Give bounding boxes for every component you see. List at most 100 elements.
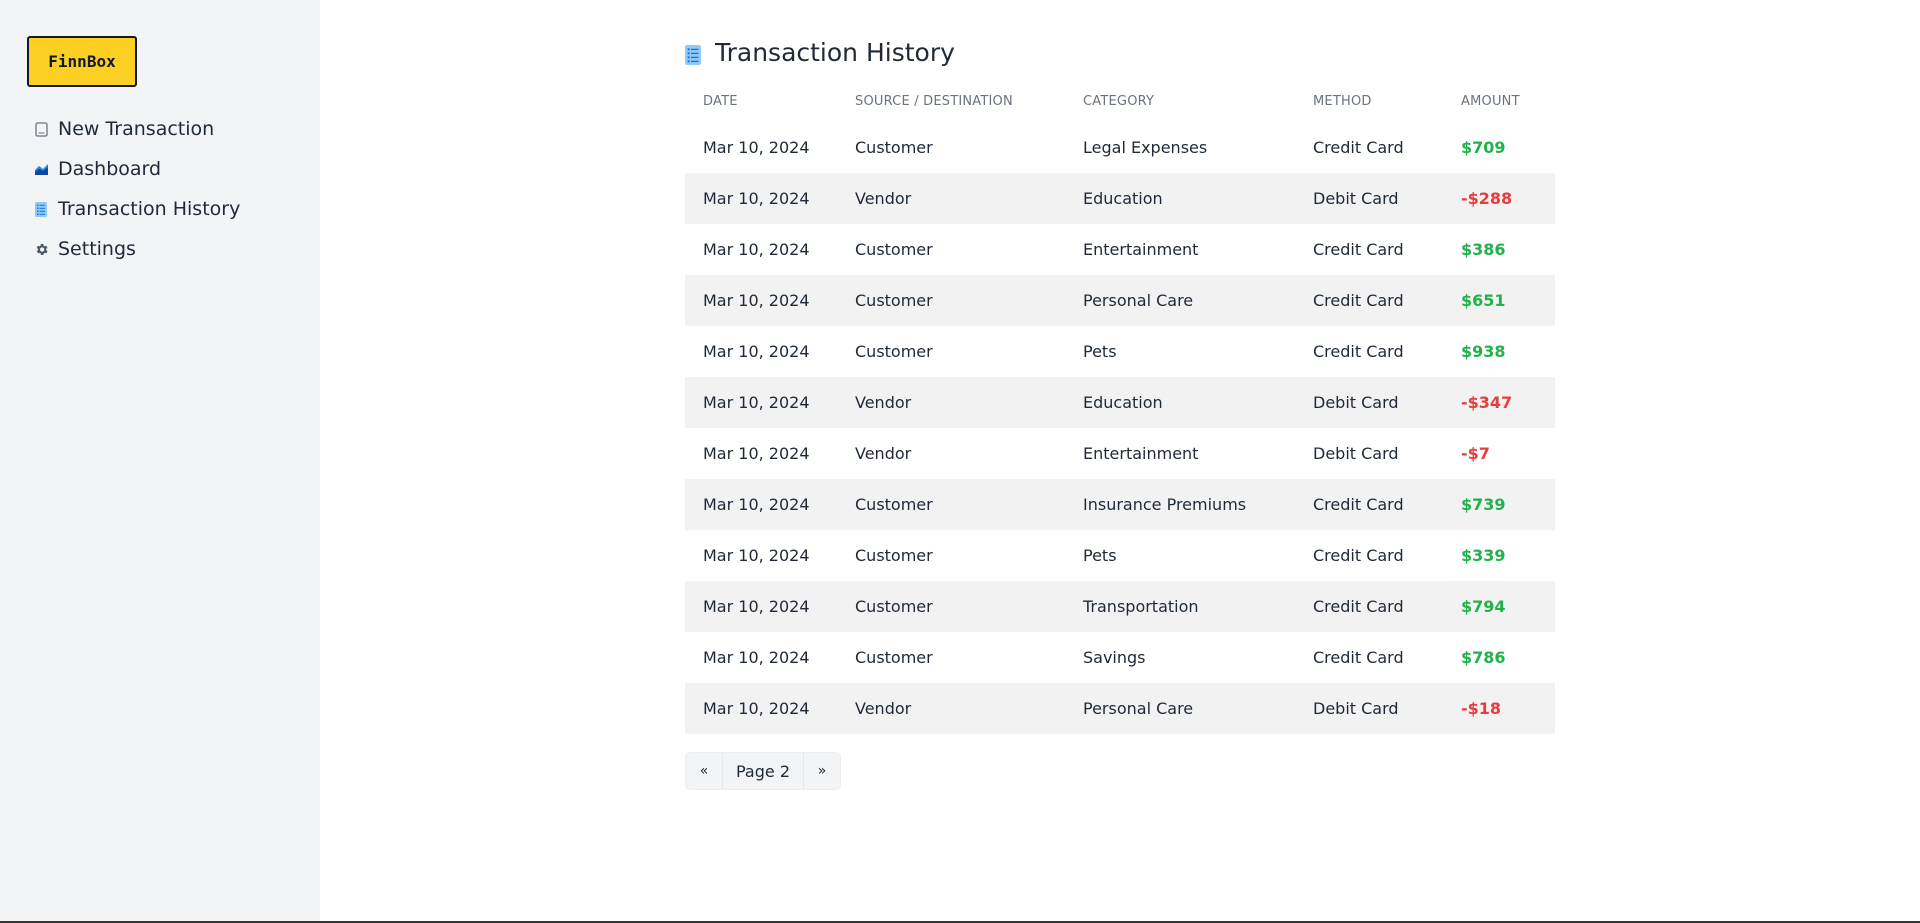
cell-source-destination: Customer xyxy=(855,240,933,259)
cell-category: Entertainment xyxy=(1083,444,1199,463)
cell-amount: $709 xyxy=(1461,138,1506,157)
cell-source-destination: Vendor xyxy=(855,444,912,463)
list-icon xyxy=(685,42,703,65)
cell-date: Mar 10, 2024 xyxy=(703,546,810,565)
brand-logo[interactable]: FinnBox xyxy=(27,36,137,87)
table-body: Mar 10, 2024 Customer Legal Expenses Credit… xyxy=(685,122,1555,734)
cell-source-destination: Vendor xyxy=(855,699,912,718)
cell-method: Credit Card xyxy=(1313,495,1404,514)
cell-method: Credit Card xyxy=(1313,291,1404,310)
receipt-icon xyxy=(33,121,49,137)
page-title: Transaction History xyxy=(685,36,1555,68)
sidebar-item-dashboard[interactable]: Dashboard xyxy=(27,149,320,189)
cell-amount: -$288 xyxy=(1461,189,1513,208)
column-header-date: DATE xyxy=(703,93,738,109)
cell-category: Personal Care xyxy=(1083,699,1194,718)
main-content: Transaction History DATE SOURCE / DESTIN… xyxy=(320,0,1920,923)
column-header-category: CATEGORY xyxy=(1083,93,1155,109)
transactions-table: DATE SOURCE / DESTINATION CATEGORY METHO… xyxy=(685,80,1555,734)
sidebar-item-new-transaction[interactable]: New Transaction xyxy=(27,109,320,149)
cell-method: Debit Card xyxy=(1313,444,1399,463)
cell-category: Insurance Premiums xyxy=(1083,495,1247,514)
cell-amount: $339 xyxy=(1461,546,1506,565)
pagination: « Page 2 » xyxy=(685,752,841,790)
cell-amount: $794 xyxy=(1461,597,1506,616)
sidebar-item-label: Settings xyxy=(58,238,136,260)
table-row[interactable]: Mar 10, 2024 Customer Pets Credit Card $938 xyxy=(685,326,1555,377)
cell-category: Education xyxy=(1083,393,1163,412)
cell-amount: $938 xyxy=(1461,342,1506,361)
table-row[interactable]: Mar 10, 2024 Customer Transportation Credit… xyxy=(685,581,1555,632)
cell-amount: $739 xyxy=(1461,495,1506,514)
column-header-amount: AMOUNT xyxy=(1461,93,1520,109)
cell-category: Savings xyxy=(1083,648,1146,667)
cell-method: Credit Card xyxy=(1313,138,1404,157)
prev-page-button[interactable]: « xyxy=(686,753,722,789)
table-row[interactable]: Mar 10, 2024 Vendor Education Debit Card -$3… xyxy=(685,377,1555,428)
cell-category: Legal Expenses xyxy=(1083,138,1208,157)
cell-category: Education xyxy=(1083,189,1163,208)
table-row[interactable]: Mar 10, 2024 Customer Legal Expenses Credit… xyxy=(685,122,1555,173)
column-header-source-destination: SOURCE / DESTINATION xyxy=(855,93,1013,109)
cell-source-destination: Vendor xyxy=(855,189,912,208)
cell-amount: $651 xyxy=(1461,291,1506,310)
cell-category: Pets xyxy=(1083,546,1117,565)
table-row[interactable]: Mar 10, 2024 Vendor Entertainment Debit Car… xyxy=(685,428,1555,479)
cell-source-destination: Customer xyxy=(855,342,933,361)
cell-amount: -$347 xyxy=(1461,393,1513,412)
gear-icon xyxy=(33,241,49,257)
cell-date: Mar 10, 2024 xyxy=(703,138,810,157)
cell-category: Personal Care xyxy=(1083,291,1194,310)
sidebar-item-label: Transaction History xyxy=(58,198,241,220)
cell-date: Mar 10, 2024 xyxy=(703,342,810,361)
cell-source-destination: Customer xyxy=(855,138,933,157)
list-icon xyxy=(33,201,49,217)
cell-method: Credit Card xyxy=(1313,240,1404,259)
cell-method: Credit Card xyxy=(1313,546,1404,565)
sidebar-nav: New Transaction Dashboard Transaction Hi… xyxy=(27,109,320,269)
cell-date: Mar 10, 2024 xyxy=(703,648,810,667)
table-row[interactable]: Mar 10, 2024 Customer Personal Care Credit … xyxy=(685,275,1555,326)
cell-category: Entertainment xyxy=(1083,240,1199,259)
table-row[interactable]: Mar 10, 2024 Vendor Personal Care Debit Car… xyxy=(685,683,1555,734)
cell-method: Credit Card xyxy=(1313,342,1404,361)
table-header-row: DATE SOURCE / DESTINATION CATEGORY METHO… xyxy=(685,80,1555,122)
cell-date: Mar 10, 2024 xyxy=(703,495,810,514)
page-title-text: Transaction History xyxy=(715,37,955,67)
sidebar-item-transaction-history[interactable]: Transaction History xyxy=(27,189,320,229)
cell-date: Mar 10, 2024 xyxy=(703,597,810,616)
cell-category: Pets xyxy=(1083,342,1117,361)
table-row[interactable]: Mar 10, 2024 Customer Pets Credit Card $339 xyxy=(685,530,1555,581)
cell-amount: $386 xyxy=(1461,240,1506,259)
cell-source-destination: Customer xyxy=(855,648,933,667)
sidebar: FinnBox New Transaction Dashboard Transa… xyxy=(0,0,320,923)
app-root: FinnBox New Transaction Dashboard Transa… xyxy=(0,0,1920,923)
column-header-method: METHOD xyxy=(1313,93,1372,109)
cell-source-destination: Customer xyxy=(855,597,933,616)
sidebar-item-settings[interactable]: Settings xyxy=(27,229,320,269)
cell-method: Debit Card xyxy=(1313,393,1399,412)
cell-date: Mar 10, 2024 xyxy=(703,240,810,259)
cell-category: Transportation xyxy=(1083,597,1199,616)
cell-date: Mar 10, 2024 xyxy=(703,393,810,412)
cell-date: Mar 10, 2024 xyxy=(703,291,810,310)
transaction-history-panel: Transaction History DATE SOURCE / DESTIN… xyxy=(685,36,1555,790)
cell-date: Mar 10, 2024 xyxy=(703,699,810,718)
cell-date: Mar 10, 2024 xyxy=(703,444,810,463)
table-row[interactable]: Mar 10, 2024 Customer Insurance Premiums Cr… xyxy=(685,479,1555,530)
table-row[interactable]: Mar 10, 2024 Customer Entertainment Credit … xyxy=(685,224,1555,275)
sidebar-item-label: New Transaction xyxy=(58,118,215,140)
table-row[interactable]: Mar 10, 2024 Customer Savings Credit Card $7… xyxy=(685,632,1555,683)
cell-source-destination: Customer xyxy=(855,291,933,310)
cell-source-destination: Customer xyxy=(855,546,933,565)
cell-method: Credit Card xyxy=(1313,597,1404,616)
cell-amount: $786 xyxy=(1461,648,1506,667)
cell-source-destination: Customer xyxy=(855,495,933,514)
cell-source-destination: Vendor xyxy=(855,393,912,412)
cell-method: Credit Card xyxy=(1313,648,1404,667)
cell-method: Debit Card xyxy=(1313,189,1399,208)
cell-method: Debit Card xyxy=(1313,699,1399,718)
table-row[interactable]: Mar 10, 2024 Vendor Education Debit Card -$2… xyxy=(685,173,1555,224)
next-page-button[interactable]: » xyxy=(804,753,840,789)
chart-icon xyxy=(33,161,49,177)
